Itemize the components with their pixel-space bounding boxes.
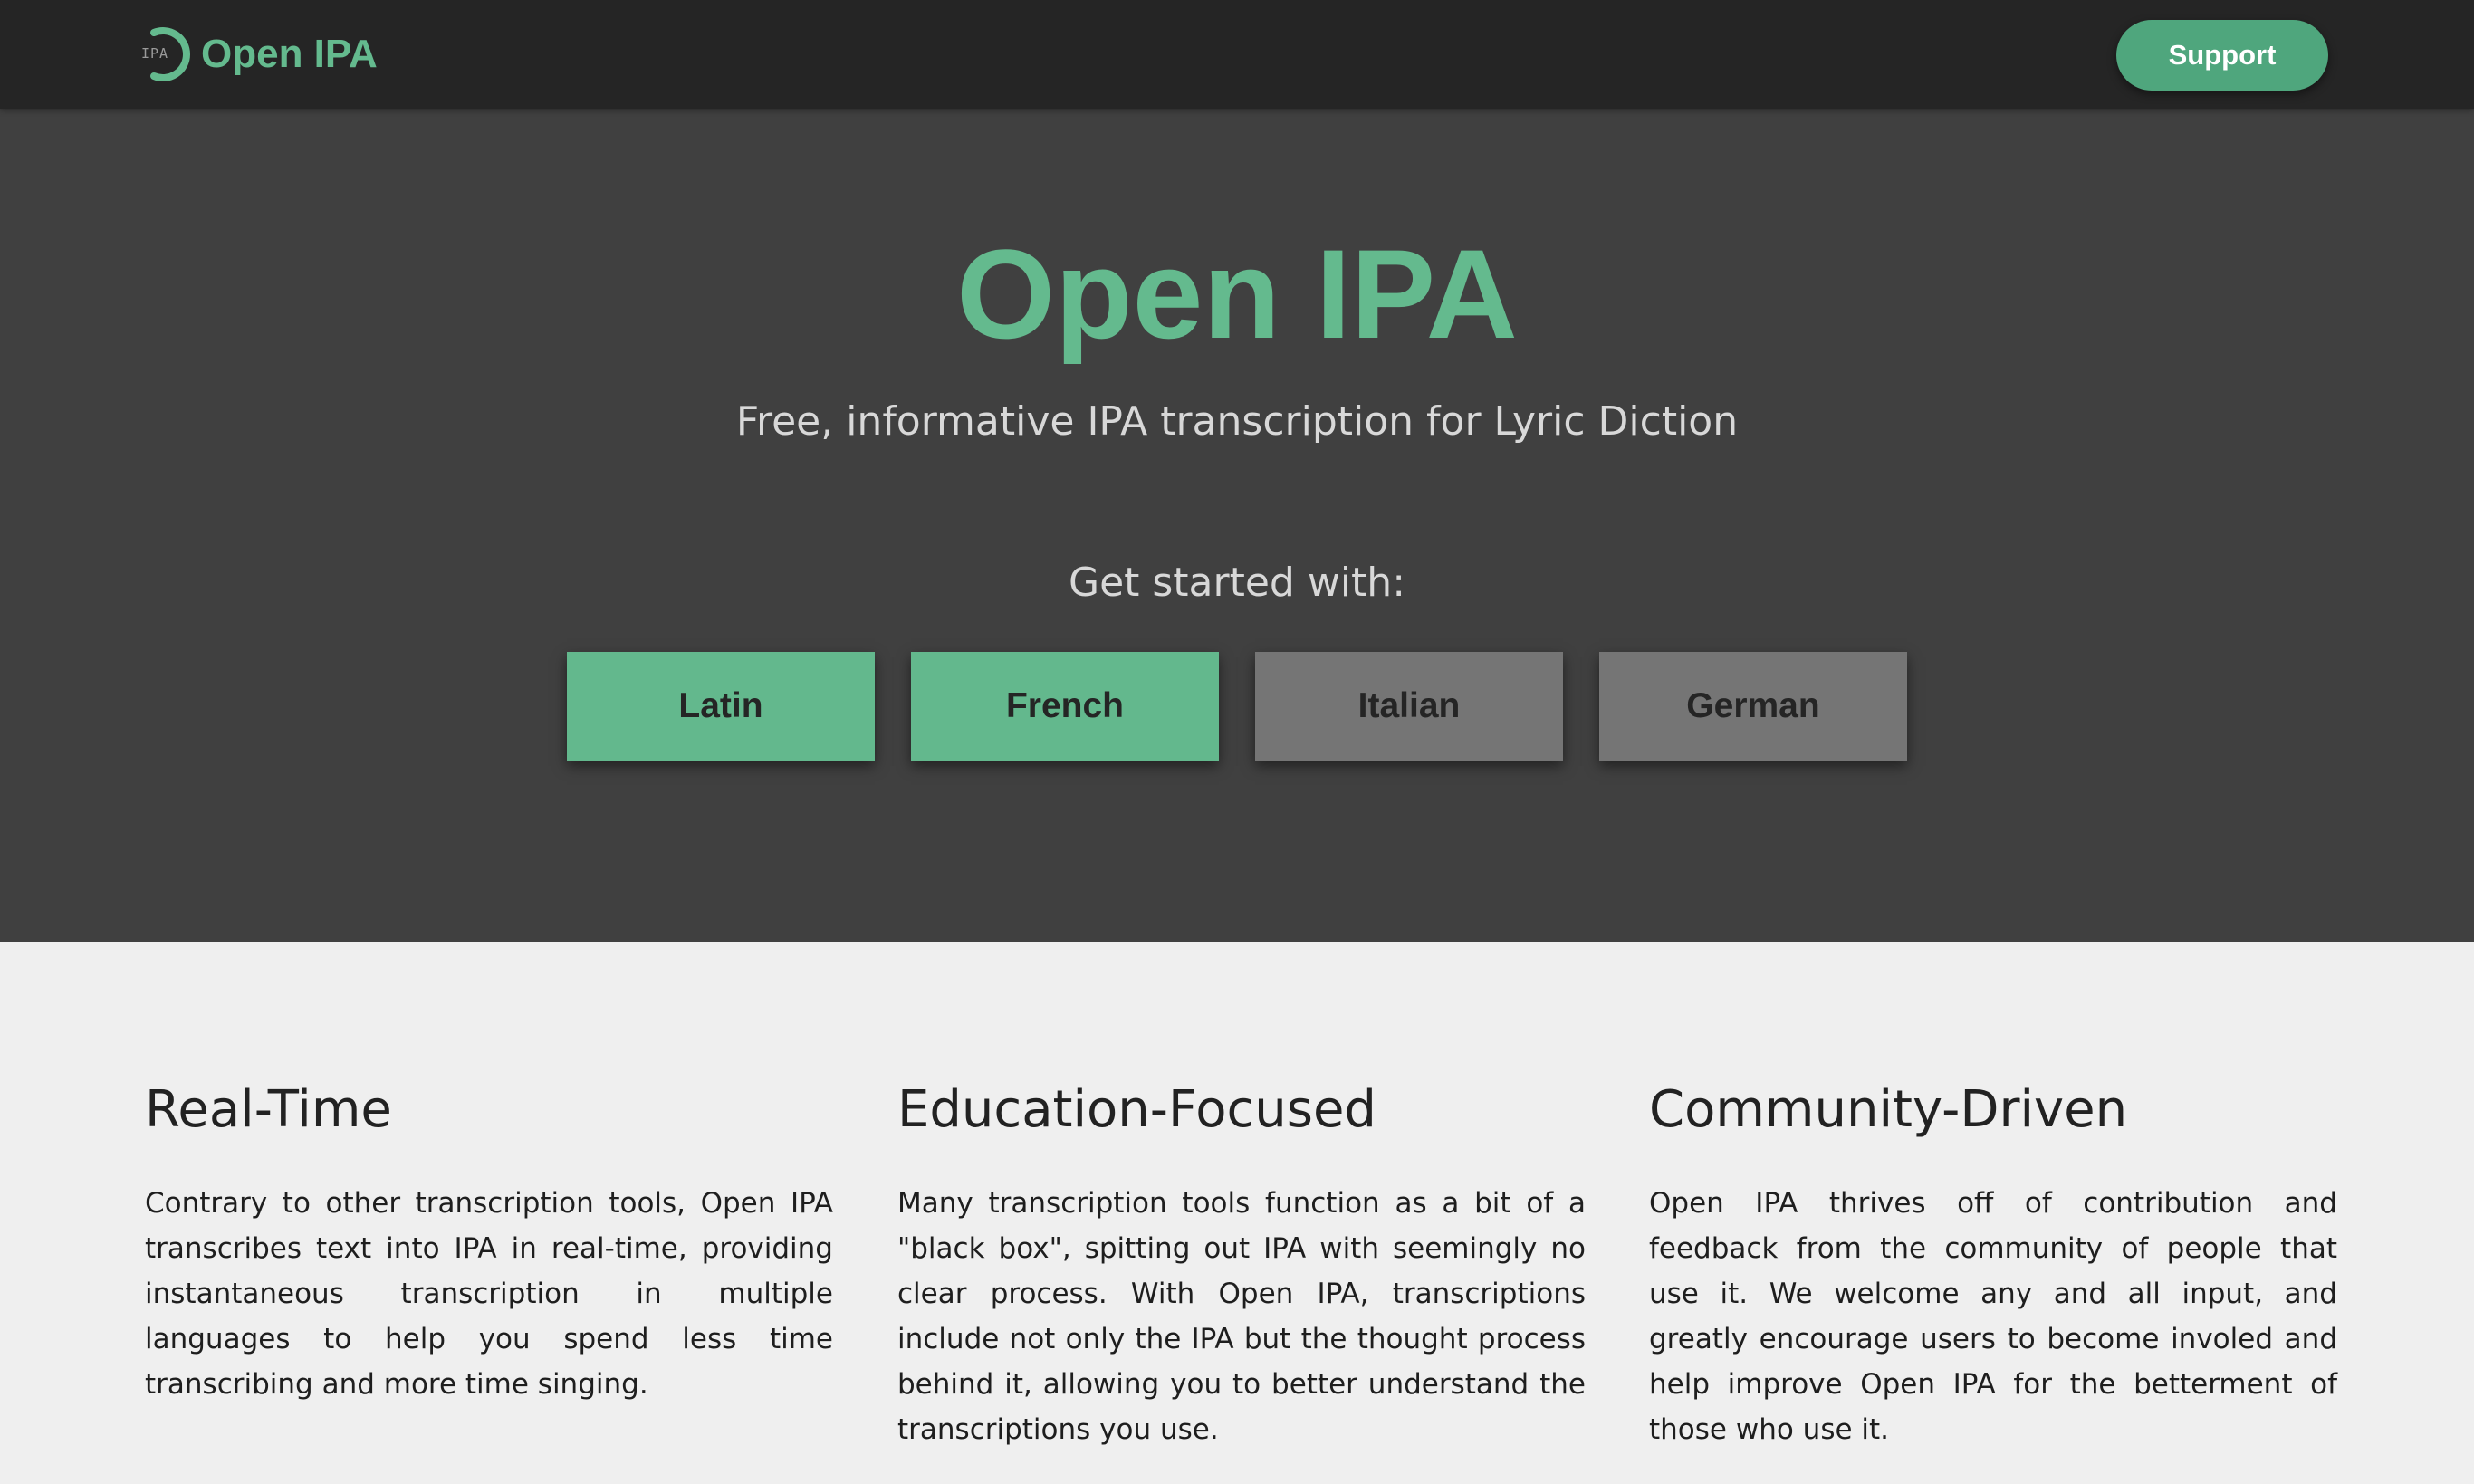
feature-real-time: Real-Time Contrary to other transcriptio… xyxy=(145,1079,833,1407)
feature-education-focused: Education-Focused Many transcription too… xyxy=(897,1079,1586,1452)
feature-description: Open IPA thrives off of contribution and… xyxy=(1649,1187,2337,1446)
get-started-label: Get started with: xyxy=(1068,560,1406,606)
feature-heading: Real-Time xyxy=(145,1080,392,1139)
feature-description: Many transcription tools function as a b… xyxy=(897,1187,1586,1446)
feature-heading: Education-Focused xyxy=(897,1080,1376,1139)
hero-section: Open IPA Free, informative IPA transcrip… xyxy=(0,109,2474,942)
support-button[interactable]: Support xyxy=(2116,20,2328,91)
french-button[interactable]: French xyxy=(911,652,1219,761)
language-button-group: Latin French Italian German xyxy=(567,652,1907,761)
german-button[interactable]: German xyxy=(1599,652,1907,761)
open-ipa-logo-icon: IPA xyxy=(138,25,192,83)
feature-heading: Community-Driven xyxy=(1649,1080,2128,1139)
logo-text: IPA xyxy=(141,45,169,62)
feature-description: Contrary to other transcription tools, O… xyxy=(145,1187,833,1401)
hero-subtitle: Free, informative IPA transcription for … xyxy=(735,398,1739,445)
brand-name: Open IPA xyxy=(201,32,378,76)
italian-button[interactable]: Italian xyxy=(1255,652,1563,761)
features-section: Real-Time Contrary to other transcriptio… xyxy=(0,942,2474,1484)
hero-title: Open IPA xyxy=(956,223,1518,365)
top-navbar: IPA Open IPA Support xyxy=(0,0,2474,109)
latin-button[interactable]: Latin xyxy=(567,652,875,761)
brand-home-link[interactable]: IPA Open IPA xyxy=(138,20,378,89)
feature-community-driven: Community-Driven Open IPA thrives off of… xyxy=(1649,1079,2337,1452)
